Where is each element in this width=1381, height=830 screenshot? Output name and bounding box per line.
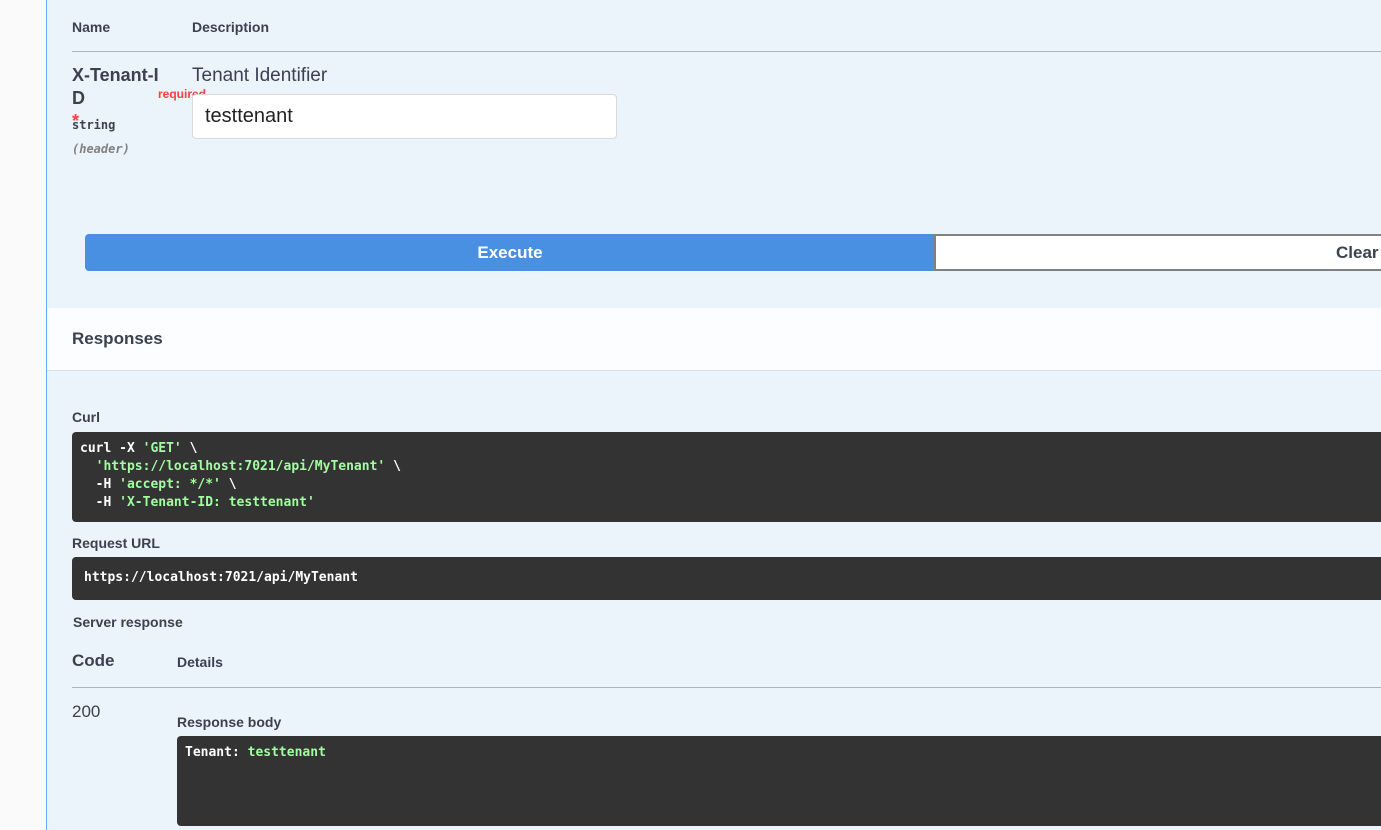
curl-line4-cmd: -H <box>80 495 120 510</box>
server-response-label: Server response <box>73 614 183 630</box>
execute-button[interactable]: Execute <box>85 234 935 271</box>
code-column-header: Code <box>72 651 115 670</box>
parameter-name-text: X-Tenant-ID <box>72 65 159 108</box>
request-url-label: Request URL <box>72 535 160 551</box>
curl-line1-end: \ <box>181 441 198 456</box>
details-column-header: Details <box>177 654 223 670</box>
parameter-type: string <box>72 118 116 132</box>
left-gutter <box>0 0 46 830</box>
response-table-divider <box>72 687 1381 688</box>
response-body-key: Tenant: <box>185 745 248 760</box>
clear-button[interactable]: Clear <box>934 234 1381 271</box>
curl-line3-end: \ <box>220 477 237 492</box>
request-url-block[interactable]: https://localhost:7021/api/MyTenant <box>72 557 1381 600</box>
curl-line3-cmd: -H <box>80 477 120 492</box>
curl-line2-str: 'https://localhost:7021/api/MyTenant' <box>95 459 386 474</box>
response-body-value: testtenant <box>247 745 326 760</box>
response-body-label: Response body <box>177 714 282 730</box>
parameter-location: (header) <box>72 142 130 156</box>
parameters-table-header: Name Description <box>72 0 1381 52</box>
column-description-header: Description <box>192 19 270 35</box>
curl-line2-end: \ <box>385 459 401 474</box>
column-name-header: Name <box>72 19 111 35</box>
response-body-block[interactable]: Tenant: testtenant <box>177 736 1381 826</box>
curl-line2-indent <box>80 459 96 474</box>
curl-code-block[interactable]: curl -X 'GET' \ 'https://localhost:7021/… <box>72 432 1381 522</box>
parameter-description: Tenant Identifier <box>192 65 328 86</box>
curl-line1-str: 'GET' <box>142 441 182 456</box>
curl-line4-str: 'X-Tenant-ID: testtenant' <box>119 495 315 510</box>
tenant-id-input[interactable] <box>192 94 617 139</box>
response-status-code: 200 <box>72 702 101 721</box>
curl-label: Curl <box>72 409 100 425</box>
curl-line1-cmd: curl -X <box>80 441 143 456</box>
operation-panel: Name Description X-Tenant-ID* required s… <box>46 0 1381 830</box>
responses-header: Responses <box>47 308 1381 371</box>
responses-title: Responses <box>72 329 163 348</box>
curl-line3-str: 'accept: */*' <box>119 477 221 492</box>
